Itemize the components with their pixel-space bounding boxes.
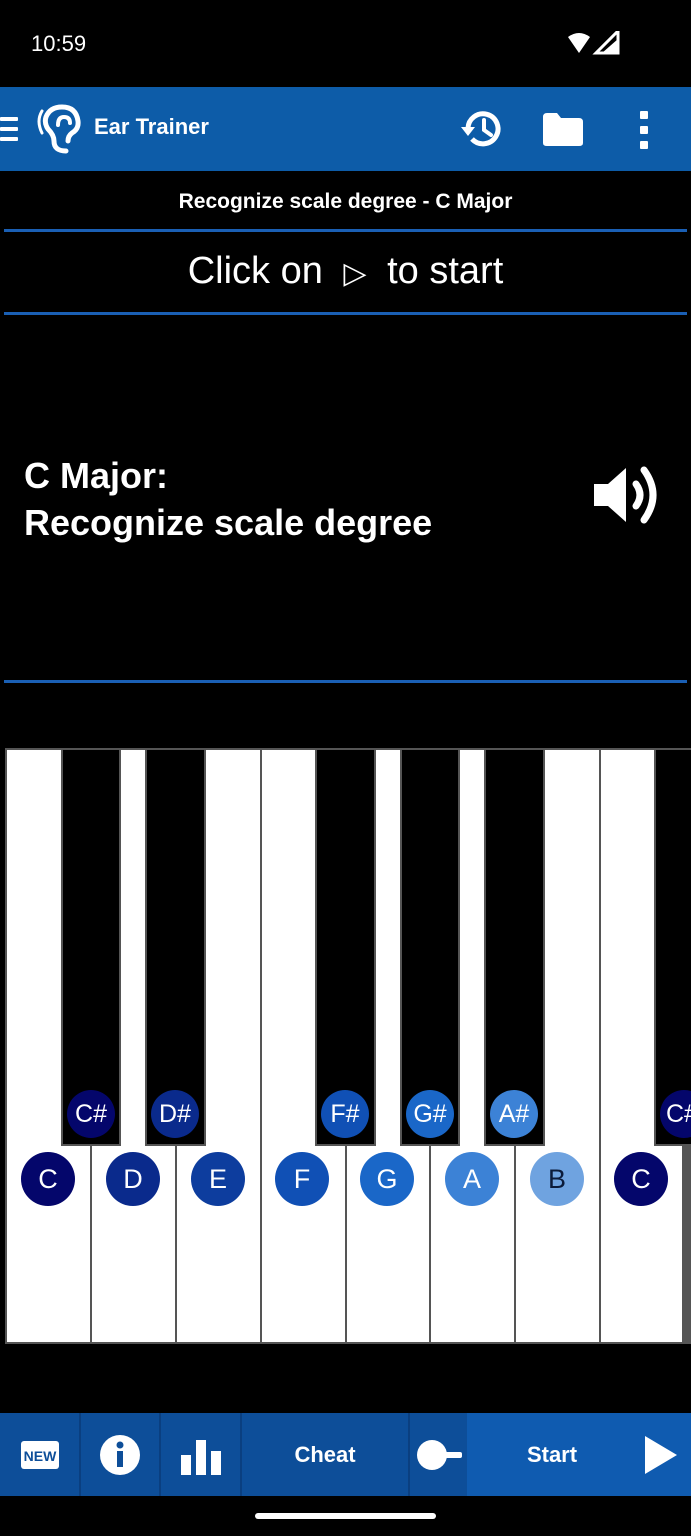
prompt-text-before: Click on xyxy=(187,250,323,292)
bottom-toolbar: NEW Cheat Start xyxy=(0,1413,691,1496)
exercise-subtitle: Recognize scale degree - C Major xyxy=(178,190,513,213)
note-label-black: F# xyxy=(321,1090,369,1138)
prompt-text-after: to start xyxy=(387,250,504,292)
history-icon[interactable] xyxy=(460,108,504,150)
piano-black-key[interactable] xyxy=(654,750,691,1146)
note-label-black: C# xyxy=(67,1090,115,1138)
info-icon xyxy=(100,1435,140,1475)
exercise-task: Recognize scale degree xyxy=(24,502,433,543)
bar-chart-icon xyxy=(181,1440,221,1475)
start-prompt: Click on ▷ to start xyxy=(0,250,691,293)
app-bar: Ear Trainer xyxy=(0,87,691,171)
play-symbol-icon: ▷ xyxy=(343,257,367,290)
whats-new-button[interactable]: NEW xyxy=(0,1413,79,1496)
piano-black-key[interactable] xyxy=(484,750,545,1146)
exercise-key: C Major: xyxy=(24,455,168,496)
note-label-white: A xyxy=(445,1152,499,1206)
ear-logo-icon xyxy=(37,104,81,154)
wifi-signal-icon xyxy=(568,31,620,55)
exercise-heading: C Major: Recognize scale degree xyxy=(24,452,432,546)
statistics-button[interactable] xyxy=(161,1413,240,1496)
cheat-button[interactable]: Cheat xyxy=(242,1413,408,1496)
play-icon xyxy=(645,1436,677,1474)
app-title: Ear Trainer xyxy=(94,114,209,139)
gesture-nav-bar[interactable] xyxy=(255,1513,436,1519)
note-label-black: A# xyxy=(490,1090,538,1138)
status-time: 10:59 xyxy=(31,31,87,56)
piano-black-key[interactable] xyxy=(61,750,121,1146)
toggle-icon xyxy=(417,1440,462,1470)
piano-black-key[interactable] xyxy=(315,750,376,1146)
folder-icon[interactable] xyxy=(541,109,585,149)
new-badge-text: NEW xyxy=(24,1448,57,1464)
note-label-white: C xyxy=(21,1152,75,1206)
more-options-icon[interactable] xyxy=(632,111,656,149)
speaker-icon[interactable] xyxy=(592,460,664,530)
note-label-white: E xyxy=(191,1152,245,1206)
cheat-label: Cheat xyxy=(294,1442,356,1467)
start-button[interactable]: Start xyxy=(467,1413,691,1496)
divider xyxy=(4,229,687,232)
start-label: Start xyxy=(526,1442,578,1467)
piano-black-key[interactable] xyxy=(400,750,460,1146)
note-label-white: D xyxy=(106,1152,160,1206)
note-label-black: G# xyxy=(406,1090,454,1138)
piano-keyboard: C# D# F# G# A# C# C D E F G A B C xyxy=(5,748,691,1344)
new-badge-icon: NEW xyxy=(21,1441,59,1469)
info-button[interactable] xyxy=(81,1413,159,1496)
note-label-black: D# xyxy=(151,1090,199,1138)
status-bar: 10:59 xyxy=(0,0,691,87)
divider xyxy=(4,680,687,683)
note-label-white: G xyxy=(360,1152,414,1206)
note-label-white: C xyxy=(614,1152,668,1206)
divider xyxy=(4,312,687,315)
menu-icon[interactable] xyxy=(0,117,18,141)
note-label-white: B xyxy=(530,1152,584,1206)
note-label-white: F xyxy=(275,1152,329,1206)
piano-black-key[interactable] xyxy=(145,750,206,1146)
toggle-button[interactable] xyxy=(410,1413,467,1496)
